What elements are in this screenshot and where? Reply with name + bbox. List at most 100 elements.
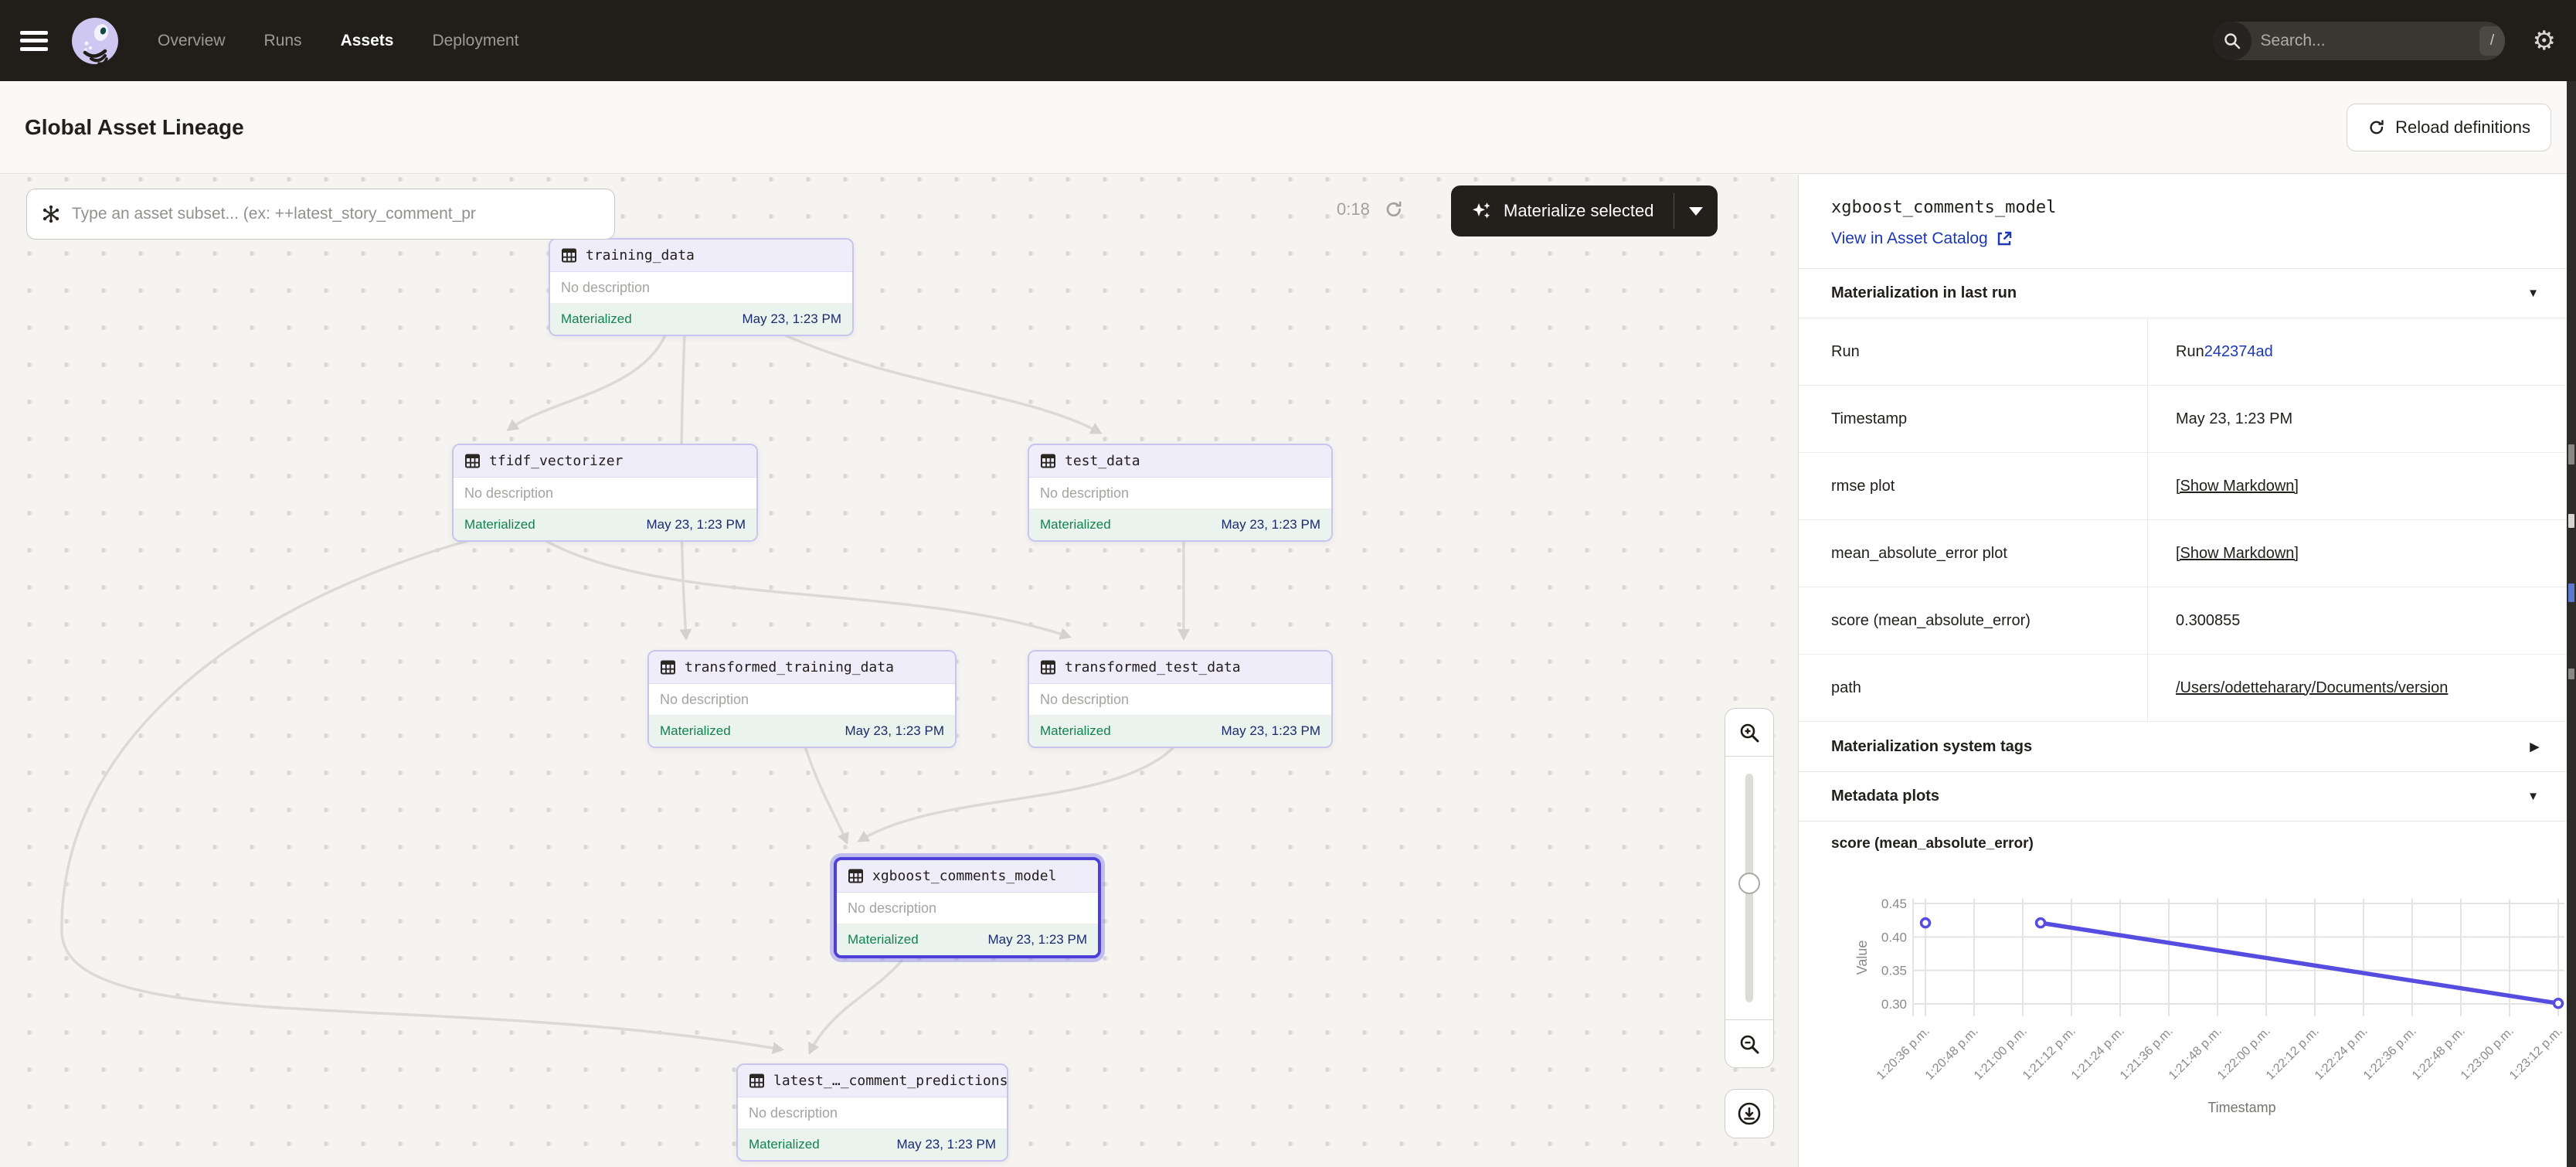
global-search[interactable]: /	[2213, 22, 2505, 60]
settings-gear-icon[interactable]: ⚙	[2533, 28, 2556, 54]
asset-name: latest_…_comment_predictions	[773, 1073, 1008, 1089]
section-materialization-last-run[interactable]: Materialization in last run ▼	[1799, 268, 2567, 318]
zoom-slider-handle[interactable]	[1738, 873, 1760, 894]
table-icon	[1040, 453, 1056, 469]
materialization-date: May 23, 1:23 PM	[896, 1137, 996, 1152]
asset-description: No description	[738, 1097, 1007, 1129]
page-header: Global Asset Lineage Reload definitions	[0, 81, 2576, 174]
reload-definitions-button[interactable]: Reload definitions	[2347, 104, 2551, 151]
asset-details-sidebar: xgboost_comments_model View in Asset Cat…	[1799, 175, 2567, 1167]
table-icon	[1040, 659, 1056, 675]
section-system-tags[interactable]: Materialization system tags ▶	[1799, 722, 2567, 771]
page-title: Global Asset Lineage	[25, 115, 244, 140]
chevron-down-icon: ▼	[2527, 790, 2539, 803]
svg-text:0.30: 0.30	[1881, 997, 1907, 1012]
metadata-label: rmse plot	[1799, 453, 2147, 519]
view-in-asset-catalog-link[interactable]: View in Asset Catalog	[1831, 230, 2536, 248]
reload-label: Reload definitions	[2395, 117, 2530, 138]
svg-text:0.40: 0.40	[1881, 930, 1907, 944]
data-point[interactable]	[1922, 919, 1930, 927]
zoom-out-button[interactable]	[1725, 1019, 1773, 1067]
materialize-split-button: Materialize selected	[1451, 185, 1718, 236]
asset-subset-input[interactable]	[72, 205, 600, 223]
asset-node-header: transformed_test_data	[1029, 652, 1331, 684]
asset-node-header: test_data	[1029, 445, 1331, 478]
nav-tab-deployment[interactable]: Deployment	[432, 32, 518, 50]
run-prefix: Run	[2176, 343, 2204, 361]
zoom-in-icon	[1738, 721, 1761, 744]
data-point[interactable]	[2554, 999, 2563, 1008]
asset-node-test_data[interactable]: test_dataNo descriptionMaterializedMay 2…	[1028, 444, 1333, 542]
asset-status-row: MaterializedMay 23, 1:23 PM	[649, 716, 955, 747]
refresh-icon[interactable]	[1384, 199, 1404, 219]
status-badge: Materialized	[464, 517, 535, 532]
asset-graph-panel: 0:18 Materialize selected training_dataN…	[0, 175, 1799, 1167]
asset-node-header: latest_…_comment_predictions	[738, 1065, 1007, 1097]
status-badge: Materialized	[561, 311, 632, 327]
zoom-in-button[interactable]	[1725, 709, 1773, 757]
metadata-value-link[interactable]: /Users/odetteharary/Documents/version	[2176, 679, 2448, 697]
asset-graph-icon	[41, 204, 61, 224]
main-nav-tabs: Overview Runs Assets Deployment	[158, 32, 519, 50]
svg-text:1:23:12 p.m.: 1:23:12 p.m.	[2507, 1025, 2565, 1083]
dagster-logo-icon[interactable]	[70, 15, 121, 66]
nav-tab-overview[interactable]: Overview	[158, 32, 226, 50]
asset-status-row: Materialized May 23, 1:23 PM	[550, 304, 852, 335]
materialize-selected-button[interactable]: Materialize selected	[1451, 185, 1674, 236]
lineage-edge	[805, 747, 847, 842]
asset-node-training_data[interactable]: training_dataNo descriptionMaterializedM…	[549, 238, 854, 336]
run-id-link[interactable]: 242374ad	[2204, 343, 2273, 361]
data-point[interactable]	[2037, 919, 2045, 927]
table-icon	[848, 868, 864, 884]
asset-node-tfidf_vectorizer[interactable]: tfidf_vectorizerNo descriptionMaterializ…	[452, 444, 758, 542]
asset-node-transformed_training_data[interactable]: transformed_training_dataNo descriptionM…	[647, 650, 957, 748]
lineage-edge	[810, 960, 902, 1053]
asset-status-row: MaterializedMay 23, 1:23 PM	[1029, 716, 1331, 747]
metadata-row-timestamp: TimestampMay 23, 1:23 PM	[1799, 386, 2567, 453]
svg-text:0.35: 0.35	[1881, 964, 1907, 978]
asset-name: xgboost_comments_model	[872, 868, 1056, 884]
zoom-controls	[1725, 708, 1774, 1068]
nav-tab-runs[interactable]: Runs	[264, 32, 302, 50]
download-icon	[1736, 1101, 1762, 1127]
refresh-timer: 0:18	[1337, 199, 1370, 219]
asset-name: training_data	[586, 247, 695, 264]
asset-subset-filter[interactable]	[26, 189, 615, 240]
lineage-edge	[545, 540, 1069, 637]
asset-status-row: MaterializedMay 23, 1:23 PM	[454, 509, 756, 540]
asset-node-latest__comment_predictions[interactable]: latest_…_comment_predictions No descripti…	[736, 1063, 1008, 1162]
hamburger-menu-icon[interactable]	[20, 31, 48, 51]
lineage-edge	[859, 747, 1174, 841]
table-icon	[660, 659, 676, 675]
materialization-date: May 23, 1:23 PM	[742, 311, 841, 327]
asset-node-transformed_test_data[interactable]: transformed_test_dataNo descriptionMater…	[1028, 650, 1333, 748]
metadata-value-link[interactable]: [Show Markdown]	[2176, 545, 2299, 563]
svg-text:0.45: 0.45	[1881, 897, 1907, 911]
asset-description: No description	[837, 893, 1098, 924]
materialize-dropdown-button[interactable]	[1674, 185, 1718, 236]
metadata-row-mean-absolute-error-plot: mean_absolute_error plot[Show Markdown]	[1799, 520, 2567, 587]
asset-name: tfidf_vectorizer	[489, 453, 623, 469]
asset-node-header: transformed_training_data	[649, 652, 955, 684]
top-nav: Overview Runs Assets Deployment / ⚙	[0, 0, 2576, 81]
status-badge: Materialized	[660, 723, 731, 739]
chart-title: score (mean_absolute_error)	[1799, 835, 2567, 852]
search-icon	[2213, 22, 2251, 60]
asset-node-xgboost_comments_model[interactable]: xgboost_comments_model No descriptionMate…	[834, 857, 1101, 958]
asset-name: transformed_test_data	[1065, 659, 1241, 675]
metadata-label: Run	[1799, 318, 2147, 385]
asset-node-header: tfidf_vectorizer	[454, 445, 756, 478]
nav-tab-assets[interactable]: Assets	[341, 32, 394, 50]
asset-description: No description	[1029, 478, 1331, 509]
table-icon	[749, 1073, 765, 1089]
search-input[interactable]	[2251, 32, 2479, 50]
status-badge: Materialized	[749, 1137, 820, 1152]
metadata-value: May 23, 1:23 PM	[2176, 410, 2292, 428]
section-label: Metadata plots	[1831, 788, 1939, 805]
section-metadata-plots[interactable]: Metadata plots ▼	[1799, 771, 2567, 821]
page-scrollbar[interactable]	[2567, 81, 2576, 1167]
asset-status-row: MaterializedMay 23, 1:23 PM	[837, 924, 1098, 955]
sidebar-asset-name: xgboost_comments_model	[1831, 198, 2536, 217]
download-graph-button[interactable]	[1725, 1089, 1774, 1138]
metadata-value-link[interactable]: [Show Markdown]	[2176, 478, 2299, 495]
